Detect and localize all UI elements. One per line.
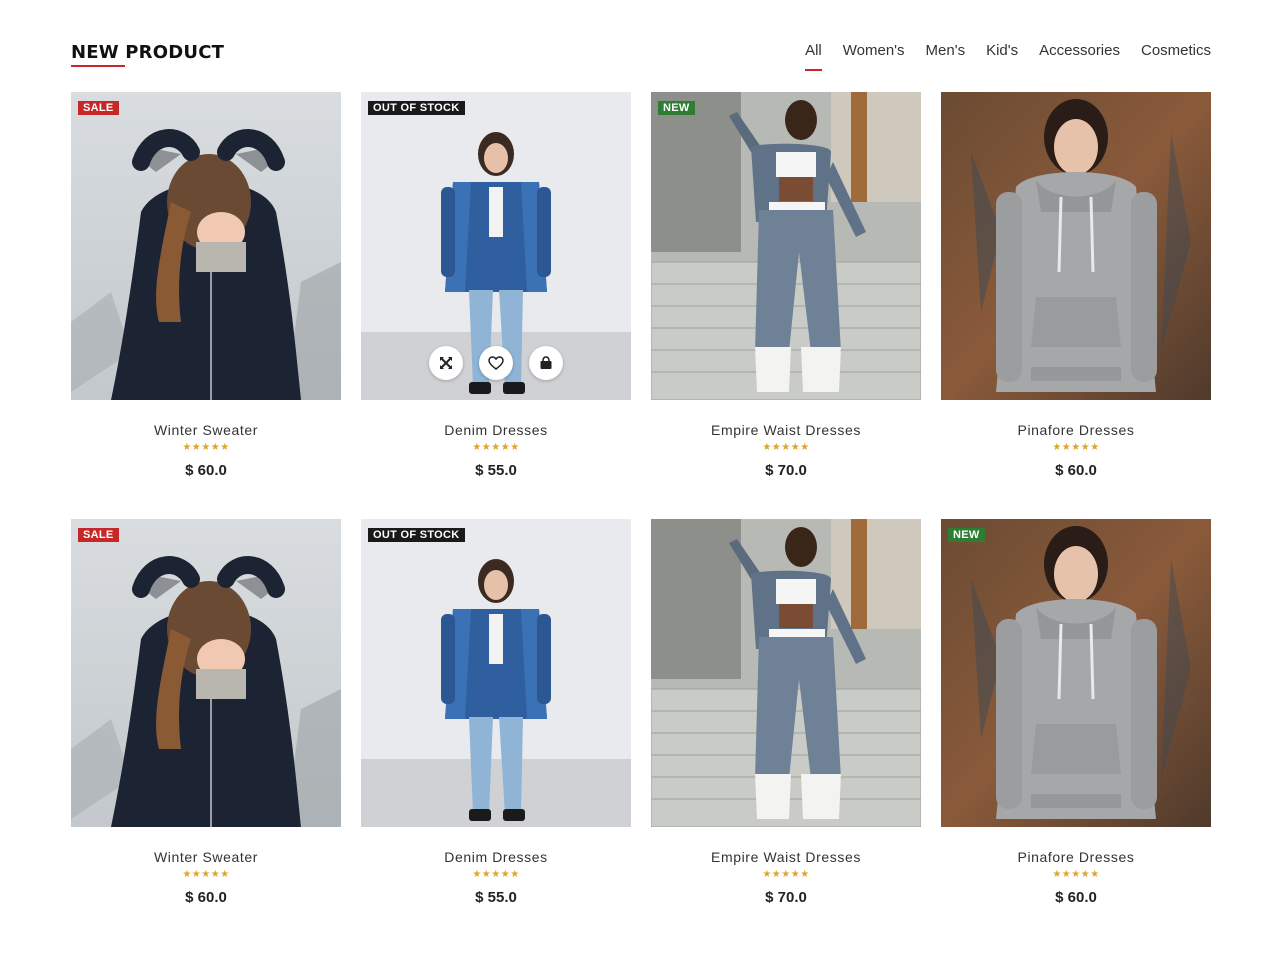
product-price: $ 60.0 bbox=[1055, 462, 1097, 479]
add-to-cart-button[interactable] bbox=[529, 346, 563, 380]
product-image[interactable]: SALE bbox=[71, 519, 341, 827]
filter-cosmetics[interactable]: Cosmetics bbox=[1141, 42, 1211, 59]
product-name[interactable]: Empire Waist Dresses bbox=[651, 849, 921, 865]
product-name[interactable]: Winter Sweater bbox=[71, 422, 341, 438]
product-image[interactable]: NEW bbox=[941, 519, 1211, 827]
filter-mens[interactable]: Men's bbox=[926, 42, 966, 59]
product-price: $ 70.0 bbox=[765, 462, 807, 479]
product-badge: NEW bbox=[658, 101, 695, 115]
product-badge: NEW bbox=[948, 528, 985, 542]
product-card[interactable]: NEW Empire Waist Dresses ★★★★★ $ 70.0 bbox=[651, 92, 921, 519]
star-rating: ★★★★★ bbox=[472, 869, 520, 880]
product-card[interactable]: SALE Winter Sweater ★★★★★ $ 60.0 bbox=[71, 519, 341, 946]
product-badge: SALE bbox=[78, 101, 119, 115]
product-actions bbox=[429, 346, 563, 382]
product-image[interactable] bbox=[941, 92, 1211, 400]
star-rating: ★★★★★ bbox=[1052, 869, 1100, 880]
product-price: $ 55.0 bbox=[475, 462, 517, 479]
product-image[interactable]: OUT OF STOCK bbox=[361, 519, 631, 827]
product-image[interactable]: OUT OF STOCK bbox=[361, 92, 631, 400]
category-filters: All Women's Men's Kid's Accessories Cosm… bbox=[784, 42, 1211, 71]
section-header: NEW PRODUCT All Women's Men's Kid's Acce… bbox=[71, 40, 1211, 74]
product-price: $ 60.0 bbox=[185, 889, 227, 906]
expand-icon bbox=[439, 356, 453, 370]
title-underline bbox=[71, 65, 125, 67]
product-name[interactable]: Pinafore Dresses bbox=[941, 849, 1211, 865]
product-name[interactable]: Denim Dresses bbox=[361, 849, 631, 865]
star-rating: ★★★★★ bbox=[182, 442, 230, 453]
product-name[interactable]: Denim Dresses bbox=[361, 422, 631, 438]
star-rating: ★★★★★ bbox=[762, 869, 810, 880]
product-card[interactable]: OUT OF STOCK Denim Dresses ★★★★★ $ 55.0 bbox=[361, 92, 631, 519]
product-image[interactable]: NEW bbox=[651, 92, 921, 400]
product-card[interactable]: OUT OF STOCK Denim Dresses ★★★★★ $ 55.0 bbox=[361, 519, 631, 946]
filter-accessories[interactable]: Accessories bbox=[1039, 42, 1120, 59]
product-badge: SALE bbox=[78, 528, 119, 542]
star-rating: ★★★★★ bbox=[1052, 442, 1100, 453]
filter-kids[interactable]: Kid's bbox=[986, 42, 1018, 59]
product-price: $ 55.0 bbox=[475, 889, 517, 906]
product-name[interactable]: Empire Waist Dresses bbox=[651, 422, 921, 438]
star-rating: ★★★★★ bbox=[182, 869, 230, 880]
section-title: NEW PRODUCT bbox=[71, 42, 225, 63]
product-grid: SALE Winter Sweater ★★★★★ $ 60.0 OUT OF STO… bbox=[71, 92, 1211, 946]
product-badge: OUT OF STOCK bbox=[368, 101, 465, 115]
product-price: $ 60.0 bbox=[185, 462, 227, 479]
product-name[interactable]: Pinafore Dresses bbox=[941, 422, 1211, 438]
product-card[interactable]: SALE Winter Sweater ★★★★★ $ 60.0 bbox=[71, 92, 341, 519]
product-badge: OUT OF STOCK bbox=[368, 528, 465, 542]
filter-all[interactable]: All bbox=[805, 42, 822, 71]
filter-womens[interactable]: Women's bbox=[843, 42, 905, 59]
quick-view-button[interactable] bbox=[429, 346, 463, 380]
heart-icon bbox=[488, 356, 504, 370]
product-name[interactable]: Winter Sweater bbox=[71, 849, 341, 865]
product-card[interactable]: NEW Pinafore Dresses ★★★★★ $ 60.0 bbox=[941, 519, 1211, 946]
product-image[interactable]: SALE bbox=[71, 92, 341, 400]
star-rating: ★★★★★ bbox=[762, 442, 810, 453]
product-image[interactable] bbox=[651, 519, 921, 827]
product-price: $ 60.0 bbox=[1055, 889, 1097, 906]
product-card[interactable]: Empire Waist Dresses ★★★★★ $ 70.0 bbox=[651, 519, 921, 946]
product-card[interactable]: Pinafore Dresses ★★★★★ $ 60.0 bbox=[941, 92, 1211, 519]
product-price: $ 70.0 bbox=[765, 889, 807, 906]
star-rating: ★★★★★ bbox=[472, 442, 520, 453]
wishlist-button[interactable] bbox=[479, 346, 513, 380]
bag-icon bbox=[539, 356, 553, 370]
